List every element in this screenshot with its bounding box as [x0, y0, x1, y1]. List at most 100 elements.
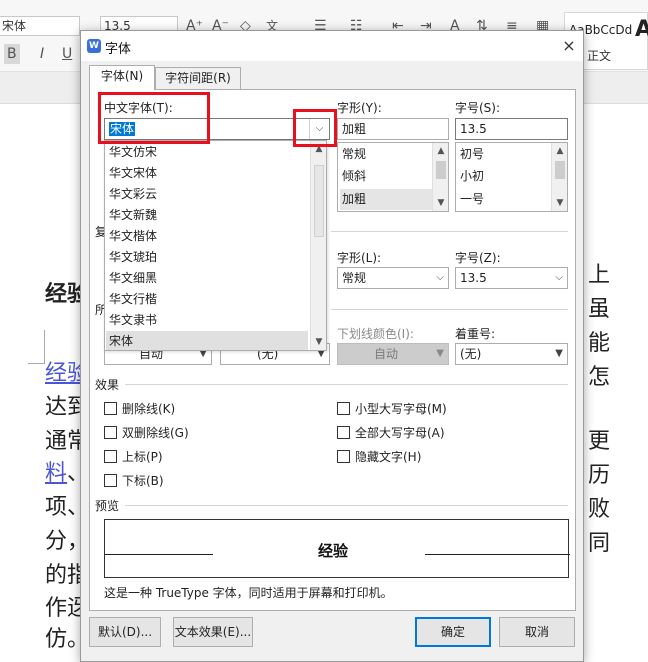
scroll-up-icon[interactable]: ▲: [552, 143, 567, 159]
superscript-checkbox[interactable]: 上标(P): [104, 449, 163, 465]
style-listbox[interactable]: 常规 倾斜 加粗 ▲ ▼: [337, 142, 449, 212]
doc-char: 怎: [588, 365, 611, 390]
dialog-titlebar[interactable]: W 字体 ×: [81, 31, 583, 61]
complex-size-combo[interactable]: 13.5 ⌵: [455, 267, 568, 289]
size-option[interactable]: 初号: [458, 144, 550, 165]
doc-char: 上: [588, 263, 611, 288]
doc-char: 项: [45, 495, 68, 520]
font-option[interactable]: 华文新魏: [106, 205, 308, 226]
preview-baseline: [105, 554, 213, 555]
size-scrollbar[interactable]: ▲ ▼: [551, 143, 567, 211]
margin-mark: [44, 330, 45, 364]
style-option-selected[interactable]: 加粗: [340, 189, 432, 210]
doc-heading-char: 经: [45, 281, 68, 307]
close-button[interactable]: ×: [557, 34, 581, 58]
double-strikethrough-label: 双删除线(G): [122, 426, 189, 440]
subscript-checkbox[interactable]: 下标(B): [104, 473, 164, 489]
tab-font[interactable]: 字体(N): [89, 65, 155, 90]
text-effects-button[interactable]: 文本效果(E)...: [173, 617, 253, 647]
style-scrollbar[interactable]: ▲ ▼: [432, 143, 448, 211]
size-listbox[interactable]: 初号 小初 一号 ▲ ▼: [455, 142, 568, 212]
scrollbar-thumb[interactable]: [314, 165, 324, 237]
doc-char: 仿: [45, 627, 68, 652]
font-option[interactable]: 华文彩云: [106, 184, 308, 205]
style-sample-big: A: [635, 17, 648, 42]
complex-style-label: 字形(L):: [337, 251, 382, 265]
size-input[interactable]: 13.5: [455, 118, 568, 140]
checkbox-box[interactable]: [104, 402, 117, 415]
section-divider: [125, 505, 568, 506]
small-caps-checkbox[interactable]: 小型大写字母(M): [337, 401, 447, 417]
underline-icon[interactable]: U: [62, 44, 72, 64]
section-divider: [331, 309, 568, 310]
doc-link-char[interactable]: 经: [45, 362, 67, 386]
scroll-down-icon[interactable]: ▼: [311, 334, 326, 350]
style-input[interactable]: 加粗: [337, 118, 449, 140]
font-option[interactable]: 华文细黑: [106, 268, 308, 289]
dropdown-arrow-icon: ▼: [555, 348, 563, 359]
size-option[interactable]: 小初: [458, 166, 550, 187]
doc-char: 通: [45, 429, 68, 454]
preview-section-title: 预览: [95, 497, 124, 514]
font-option-selected[interactable]: 宋体: [106, 331, 308, 350]
highlight-box-dropdown-button: [293, 109, 337, 147]
scroll-down-icon[interactable]: ▼: [552, 195, 567, 211]
style-option[interactable]: 常规: [340, 144, 432, 165]
doc-char: 历: [588, 463, 611, 488]
cancel-button[interactable]: 取消: [499, 617, 575, 647]
font-dialog: W 字体 × 字体(N) 字符间距(R) 中文字体(T): 宋体 ⌵ 字形(Y)…: [80, 30, 584, 662]
font-name-combo[interactable]: 宋体: [0, 16, 80, 36]
hidden-text-label: 隐藏文字(H): [355, 450, 422, 464]
emphasis-combo[interactable]: (无) ▼: [455, 343, 568, 365]
font-option[interactable]: 华文仿宋: [106, 142, 308, 163]
font-option[interactable]: 华文宋体: [106, 163, 308, 184]
checkbox-box[interactable]: [337, 426, 350, 439]
complex-size-value: 13.5: [460, 271, 487, 285]
subscript-label: 下标(B): [122, 474, 164, 488]
strikethrough-checkbox[interactable]: 删除线(K): [104, 401, 175, 417]
checkbox-box[interactable]: [337, 402, 350, 415]
hidden-text-checkbox[interactable]: 隐藏文字(H): [337, 449, 421, 465]
font-option[interactable]: 华文隶书: [106, 310, 308, 331]
close-icon: ×: [562, 36, 576, 55]
doc-char: 达: [45, 395, 68, 420]
scrollbar-thumb[interactable]: [436, 161, 446, 179]
highlight-box-font-field: [98, 92, 210, 144]
checkbox-box[interactable]: [104, 450, 117, 463]
scrollbar-thumb[interactable]: [555, 161, 565, 179]
chevron-down-icon: ⌵: [555, 272, 563, 283]
checkbox-box[interactable]: [104, 474, 117, 487]
font-list-scrollbar[interactable]: ▲ ▼: [310, 141, 326, 350]
preview-baseline: [425, 554, 570, 555]
checkbox-box[interactable]: [337, 450, 350, 463]
complex-style-combo[interactable]: 常规 ⌵: [337, 267, 449, 289]
default-button[interactable]: 默认(D)...: [89, 617, 161, 647]
doc-char: 作: [45, 596, 68, 621]
doc-char: 虽: [588, 297, 611, 322]
margin-mark: [28, 363, 44, 364]
font-option[interactable]: 华文楷体: [106, 226, 308, 247]
italic-icon[interactable]: I: [40, 44, 44, 64]
all-caps-checkbox[interactable]: 全部大写字母(A): [337, 425, 445, 441]
doc-char: 同: [588, 531, 611, 556]
wps-app-icon: W: [87, 39, 101, 53]
complex-style-value: 常规: [342, 271, 367, 285]
doc-char: 败: [588, 497, 611, 522]
scroll-down-icon[interactable]: ▼: [433, 195, 448, 211]
checkbox-box[interactable]: [104, 426, 117, 439]
size-option[interactable]: 一号: [458, 189, 550, 210]
chinese-font-dropdown-list[interactable]: 华文仿宋 华文宋体 华文彩云 华文新魏 华文楷体 华文琥珀 华文细黑 华文行楷 …: [104, 140, 327, 351]
doc-link-char[interactable]: 料: [45, 462, 67, 486]
style-option[interactable]: 倾斜: [340, 166, 432, 187]
ok-button[interactable]: 确定: [415, 617, 491, 647]
font-option[interactable]: 华文行楷: [106, 289, 308, 310]
double-strikethrough-checkbox[interactable]: 双删除线(G): [104, 425, 189, 441]
section-divider: [125, 384, 568, 385]
all-caps-label: 全部大写字母(A): [355, 426, 445, 440]
underline-color-combo: 自动 ▼: [337, 343, 449, 365]
underline-color-label: 下划线颜色(I):: [337, 327, 414, 341]
bold-icon[interactable]: B: [4, 44, 20, 64]
font-option[interactable]: 华文琥珀: [106, 247, 308, 268]
scroll-up-icon[interactable]: ▲: [433, 143, 448, 159]
tab-character-spacing[interactable]: 字符间距(R): [155, 67, 241, 89]
